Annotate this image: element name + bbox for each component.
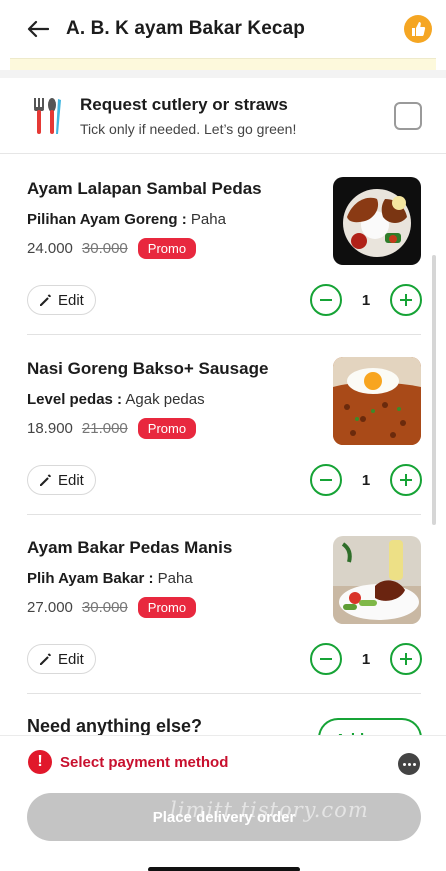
quantity-stepper: 1 bbox=[310, 464, 422, 496]
edit-button[interactable]: Edit bbox=[27, 285, 96, 315]
option-label: Pilihan Ayam Goreng : bbox=[27, 211, 187, 228]
edit-label: Edit bbox=[58, 291, 84, 309]
need-more-heading: Need anything else? bbox=[27, 716, 203, 736]
item-name: Ayam Bakar Pedas Manis bbox=[27, 538, 233, 557]
cutlery-icon bbox=[30, 96, 66, 136]
quantity-value: 1 bbox=[361, 291, 371, 309]
item-option: Plih Ayam Bakar : Paha bbox=[27, 570, 193, 587]
top-bar: A. B. K ayam Bakar Kecap bbox=[0, 0, 446, 58]
plus-icon[interactable] bbox=[390, 284, 422, 316]
edit-button[interactable]: Edit bbox=[27, 465, 96, 495]
price-row: 27.000 30.000 Promo bbox=[27, 597, 197, 618]
scrollbar[interactable] bbox=[432, 255, 436, 525]
more-options-icon[interactable] bbox=[398, 753, 420, 775]
price-row: 18.900 21.000 Promo bbox=[27, 418, 197, 439]
cutlery-title: Request cutlery or straws bbox=[80, 94, 288, 114]
item-option: Pilihan Ayam Goreng : Paha bbox=[27, 211, 226, 228]
item-old-price: 30.000 bbox=[81, 599, 128, 616]
option-label: Plih Ayam Bakar : bbox=[27, 570, 154, 587]
cart-screen: A. B. K ayam Bakar Kecap Request cutlery… bbox=[0, 0, 446, 871]
promo-badge: Promo bbox=[137, 597, 197, 618]
checkout-footer: ! Select payment method Place delivery o… bbox=[0, 735, 446, 871]
item-price: 18.900 bbox=[27, 420, 73, 437]
item-photo bbox=[333, 177, 421, 265]
pencil-icon bbox=[40, 474, 51, 486]
option-value: Paha bbox=[190, 211, 226, 228]
item-old-price: 30.000 bbox=[81, 240, 128, 257]
promo-badge: Promo bbox=[137, 238, 197, 259]
item-divider bbox=[27, 693, 421, 694]
edit-label: Edit bbox=[58, 471, 84, 489]
cart-item: Ayam Lalapan Sambal Pedas Pilihan Ayam G… bbox=[0, 155, 446, 335]
promo-badge: Promo bbox=[137, 418, 197, 439]
item-old-price: 21.000 bbox=[81, 420, 128, 437]
notice-banner bbox=[10, 58, 436, 70]
item-name: Ayam Lalapan Sambal Pedas bbox=[27, 179, 262, 198]
edit-button[interactable]: Edit bbox=[27, 644, 96, 674]
option-value: Paha bbox=[157, 570, 193, 587]
pencil-icon bbox=[40, 294, 51, 306]
alert-icon: ! bbox=[28, 750, 52, 774]
option-value: Agak pedas bbox=[125, 391, 205, 408]
option-label: Level pedas : bbox=[27, 391, 123, 408]
quantity-value: 1 bbox=[361, 471, 371, 489]
page-title: A. B. K ayam Bakar Kecap bbox=[66, 18, 305, 39]
item-price: 27.000 bbox=[27, 599, 73, 616]
quantity-stepper: 1 bbox=[310, 643, 422, 675]
minus-icon[interactable] bbox=[310, 464, 342, 496]
plus-icon[interactable] bbox=[390, 464, 422, 496]
quantity-value: 1 bbox=[361, 650, 371, 668]
back-arrow-icon[interactable] bbox=[24, 15, 52, 43]
minus-icon[interactable] bbox=[310, 284, 342, 316]
thumbs-up-icon[interactable] bbox=[404, 15, 432, 43]
item-name: Nasi Goreng Bakso+ Sausage bbox=[27, 359, 269, 378]
cutlery-request-row[interactable]: Request cutlery or straws Tick only if n… bbox=[0, 78, 446, 154]
section-gap bbox=[0, 70, 446, 78]
minus-icon[interactable] bbox=[310, 643, 342, 675]
payment-method-selector[interactable]: ! Select payment method bbox=[28, 750, 228, 774]
item-price: 24.000 bbox=[27, 240, 73, 257]
cutlery-checkbox[interactable] bbox=[394, 101, 422, 130]
home-indicator bbox=[148, 867, 300, 871]
edit-label: Edit bbox=[58, 650, 84, 668]
cutlery-subtitle: Tick only if needed. Let’s go green! bbox=[80, 120, 297, 137]
cart-item: Ayam Bakar Pedas Manis Plih Ayam Bakar :… bbox=[0, 514, 446, 694]
payment-method-label: Select payment method bbox=[60, 753, 229, 771]
watermark: limitt.tistory.com bbox=[170, 798, 369, 822]
plus-icon[interactable] bbox=[390, 643, 422, 675]
pencil-icon bbox=[40, 653, 51, 665]
item-photo bbox=[333, 536, 421, 624]
quantity-stepper: 1 bbox=[310, 284, 422, 316]
price-row: 24.000 30.000 Promo bbox=[27, 238, 197, 259]
item-photo bbox=[333, 357, 421, 445]
item-option: Level pedas : Agak pedas bbox=[27, 391, 205, 408]
cart-item: Nasi Goreng Bakso+ Sausage Level pedas :… bbox=[0, 335, 446, 515]
